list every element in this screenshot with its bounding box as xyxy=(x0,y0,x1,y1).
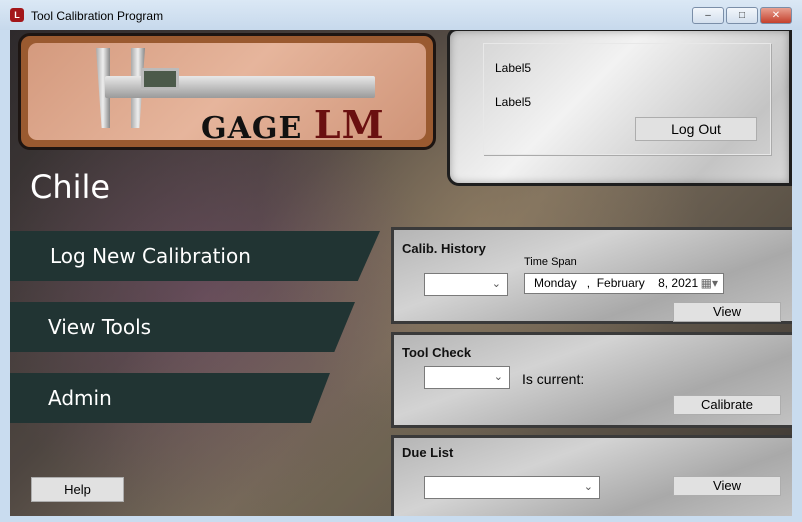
log-out-button[interactable]: Log Out xyxy=(635,117,757,141)
due-list-view-button[interactable]: View xyxy=(673,476,781,496)
due-list-combo[interactable]: ⌄ xyxy=(424,476,600,499)
main-window: GAGE LM Label5 Label5 Log Out Chile Log … xyxy=(10,30,792,516)
tool-check-panel: Tool Check ⌄ Is current: Calibrate xyxy=(391,332,792,428)
tool-check-combo[interactable]: ⌄ xyxy=(424,366,510,389)
tool-check-title: Tool Check xyxy=(402,345,472,360)
help-button[interactable]: Help xyxy=(31,477,124,502)
user-label-1: Label5 xyxy=(495,61,532,75)
user-panel: Label5 Label5 Log Out xyxy=(447,30,792,186)
due-list-panel: Due List ⌄ View xyxy=(391,435,792,516)
calib-history-title: Calib. History xyxy=(402,241,486,256)
location-title: Chile xyxy=(30,168,111,206)
title-bar: L Tool Calibration Program – □ ✕ xyxy=(0,0,802,30)
calib-history-view-button[interactable]: View xyxy=(673,302,781,322)
is-current-label: Is current: xyxy=(522,371,585,387)
due-list-title: Due List xyxy=(402,445,454,460)
user-label-2: Label5 xyxy=(495,95,532,109)
time-span-label: Time Span xyxy=(524,256,577,268)
nav-admin[interactable]: Admin xyxy=(10,373,330,423)
window-title: Tool Calibration Program xyxy=(31,9,164,23)
time-span-date-picker[interactable]: Monday , February 8, 2021 ▦▾ xyxy=(524,273,724,294)
close-button[interactable]: ✕ xyxy=(760,7,792,24)
minimize-button[interactable]: – xyxy=(692,7,724,24)
nav-log-new-calibration[interactable]: Log New Calibration xyxy=(10,231,380,281)
calibrate-button[interactable]: Calibrate xyxy=(673,395,781,415)
chevron-down-icon: ⌄ xyxy=(493,371,503,383)
nav-view-tools[interactable]: View Tools xyxy=(10,302,355,352)
gage-lm-logo: GAGE LM xyxy=(18,33,436,150)
chevron-down-icon: ⌄ xyxy=(491,278,501,290)
calib-history-combo[interactable]: ⌄ xyxy=(424,273,508,296)
app-icon: L xyxy=(10,8,24,22)
calendar-icon[interactable]: ▦▾ xyxy=(701,274,718,293)
calib-history-panel: Calib. History ⌄ Time Span Monday , Febr… xyxy=(391,227,792,324)
logo-text: GAGE LM xyxy=(201,102,385,147)
maximize-button[interactable]: □ xyxy=(726,7,758,24)
chevron-down-icon: ⌄ xyxy=(583,481,593,493)
